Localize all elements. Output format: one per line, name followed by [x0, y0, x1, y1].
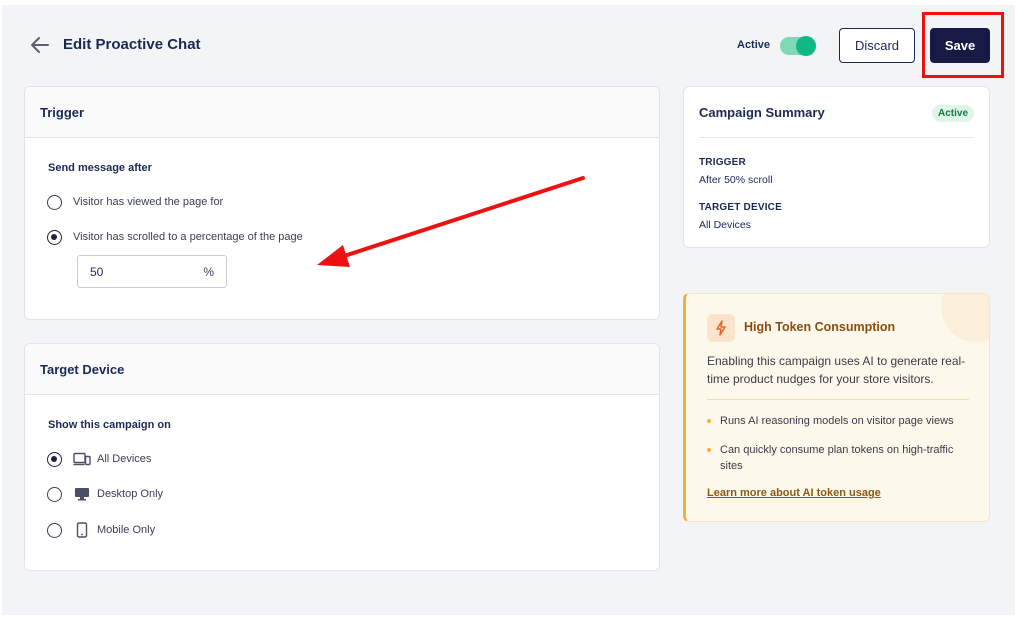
device-option-label: All Devices: [97, 453, 152, 465]
bullet-text: Runs AI reasoning models on visitor page…: [720, 415, 954, 427]
scroll-percent-field[interactable]: %: [77, 255, 227, 288]
trigger-option-scrolled[interactable]: Visitor has scrolled to a percentage of …: [47, 229, 303, 245]
summary-device-value: All Devices: [699, 219, 751, 231]
trigger-option-label: Visitor has viewed the page for: [73, 196, 224, 208]
target-section-label: Show this campaign on: [48, 419, 171, 431]
summary-trigger-value: After 50% scroll: [699, 174, 773, 186]
active-toggle[interactable]: [780, 36, 816, 56]
bullet-dot: [707, 419, 711, 423]
trigger-card-title: Trigger: [25, 87, 659, 138]
warning-bullet: Can quickly consume plan tokens on high-…: [707, 442, 972, 474]
device-option-desktop[interactable]: Desktop Only: [47, 486, 163, 502]
percent-unit: %: [203, 264, 214, 279]
desktop-icon: [73, 486, 91, 502]
trigger-option-viewed[interactable]: Visitor has viewed the page for: [47, 194, 223, 210]
device-option-label: Desktop Only: [97, 488, 164, 500]
save-highlight-annotation: [922, 12, 1004, 78]
warning-bullet: Runs AI reasoning models on visitor page…: [707, 413, 972, 429]
back-arrow-icon[interactable]: [30, 36, 50, 54]
radio-button[interactable]: [47, 486, 62, 502]
scroll-percent-input[interactable]: [90, 264, 180, 279]
trigger-card: Trigger Send message after Visitor has v…: [24, 86, 660, 320]
discard-button[interactable]: Discard: [839, 28, 915, 63]
devices-icon: [73, 451, 91, 467]
summary-divider: [699, 137, 974, 138]
summary-title: Campaign Summary: [699, 105, 825, 120]
summary-trigger-key: TRIGGER: [699, 157, 746, 168]
token-warning-card: High Token Consumption Enabling this cam…: [683, 293, 990, 522]
radio-button-selected[interactable]: [47, 451, 62, 467]
bullet-dot: [707, 448, 711, 452]
device-option-label: Mobile Only: [97, 524, 156, 536]
radio-button[interactable]: [47, 522, 62, 538]
radio-button-selected[interactable]: [47, 229, 62, 245]
lightning-icon: [707, 314, 735, 342]
learn-more-link[interactable]: Learn more about AI token usage: [707, 487, 881, 499]
status-badge: Active: [931, 105, 974, 122]
campaign-summary-card: Campaign Summary Active TRIGGER After 50…: [683, 86, 990, 248]
device-option-all[interactable]: All Devices: [47, 451, 151, 467]
summary-device-key: TARGET DEVICE: [699, 202, 782, 213]
decorative-circle: [941, 294, 989, 342]
warning-divider: [707, 399, 969, 400]
page-title: Edit Proactive Chat: [63, 36, 201, 53]
mobile-icon: [73, 522, 91, 538]
trigger-section-label: Send message after: [48, 162, 152, 174]
radio-button[interactable]: [47, 194, 62, 210]
status-label: Active: [737, 39, 771, 51]
warning-description: Enabling this campaign uses AI to genera…: [707, 354, 966, 386]
toggle-knob: [796, 36, 816, 56]
device-option-mobile[interactable]: Mobile Only: [47, 522, 155, 538]
target-device-card: Target Device Show this campaign on All …: [24, 343, 660, 571]
warning-title: High Token Consumption: [744, 320, 896, 334]
trigger-option-label: Visitor has scrolled to a percentage of …: [73, 231, 303, 243]
bullet-text: Can quickly consume plan tokens on high-…: [720, 444, 954, 472]
target-device-card-title: Target Device: [25, 344, 659, 395]
